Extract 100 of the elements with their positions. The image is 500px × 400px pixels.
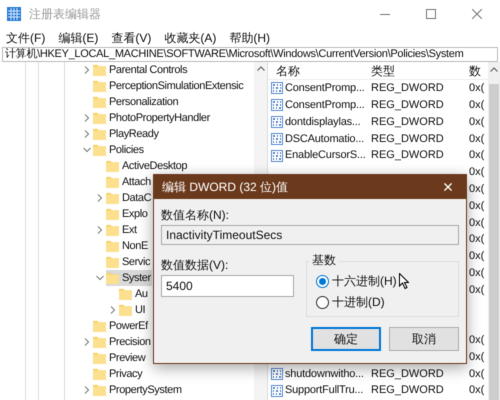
value-name[interactable]: EnableCursorS... [285, 147, 366, 164]
tree-item[interactable]: Parental Controls [93, 62, 188, 78]
value-data: 0x( [469, 116, 484, 128]
folder-icon [106, 272, 119, 284]
field-label: 数值数据(V): [161, 258, 230, 272]
folder-icon [93, 128, 106, 140]
folder-icon [93, 336, 106, 348]
scroll-up-icon [490, 67, 498, 72]
value-data: 0x( [469, 334, 484, 346]
folder-icon [119, 304, 132, 316]
folder-icon [93, 64, 106, 76]
chevron-right-icon[interactable] [82, 386, 90, 394]
radio-option[interactable]: 十进制(D) [316, 293, 385, 311]
tree-item[interactable]: ActiveDesktop [106, 158, 188, 174]
column-header[interactable]: 类型 [368, 62, 467, 80]
value-data: 0x( [469, 132, 484, 145]
tree-item[interactable]: Attach [106, 174, 152, 190]
value-name[interactable]: ConsentPromp... [285, 80, 365, 97]
chevron-down-icon[interactable] [96, 274, 104, 282]
folder-icon [93, 368, 106, 380]
menu-item[interactable]: 文件(F) [6, 28, 46, 46]
folder-icon [93, 320, 106, 332]
tree-item[interactable]: Explo [106, 206, 149, 222]
radio-icon [316, 274, 329, 288]
folder-icon [106, 256, 119, 268]
menu-item[interactable]: 帮助(H) [229, 28, 270, 46]
dialog-button[interactable]: 取消 [389, 327, 459, 351]
tree-item[interactable]: PerceptionSimulationExtensic [93, 78, 244, 94]
value-data: 0x( [469, 250, 484, 262]
chevron-down-icon[interactable] [82, 146, 90, 154]
folder-icon [106, 160, 119, 172]
tree-item[interactable]: Precision [93, 334, 152, 350]
scrollbar[interactable] [488, 62, 500, 400]
group-label: 基数 [310, 254, 338, 267]
value-name[interactable]: ConsentPromp... [285, 96, 365, 114]
menu-item[interactable]: 收藏夹(A) [164, 28, 216, 46]
column-header[interactable]: 数 [467, 62, 481, 80]
value-name[interactable]: SupportFullTru... [285, 382, 364, 399]
value-name-field[interactable]: InactivityTimeoutSecs [161, 225, 459, 245]
folder-icon [106, 224, 119, 236]
binary-value-icon [271, 384, 283, 397]
tree-item[interactable]: Syster [106, 270, 152, 286]
chevron-right-icon[interactable] [82, 130, 90, 138]
value-name[interactable]: DSCAutomatio... [285, 130, 364, 148]
value-data: 0x( [469, 82, 484, 94]
value-data: 0x( [469, 384, 484, 396]
tree-item[interactable]: NonE [106, 238, 149, 254]
value-data: 0x( [469, 284, 484, 296]
radio-icon [316, 296, 329, 308]
value-type: REG_DWORD [371, 82, 444, 94]
scroll-thumb[interactable] [489, 84, 499, 400]
tree-item[interactable]: Servic [106, 254, 152, 270]
tree-item[interactable]: UI [119, 302, 146, 318]
binary-value-icon [271, 99, 283, 112]
folder-icon [93, 96, 106, 108]
folder-icon [93, 80, 106, 92]
column-header[interactable]: 名称 [268, 62, 368, 80]
tree-item[interactable]: Personalization [93, 94, 180, 110]
address-bar[interactable]: 计算机\HKEY_LOCAL_MACHINE\SOFTWARE\Microsoft\Windows\CurrentVersion\Policies\System [2, 47, 498, 62]
folder-icon [106, 192, 119, 204]
value-data: 0x( [469, 368, 484, 380]
binary-value-icon [271, 116, 283, 128]
tree-item[interactable]: PhotoPropertyHandler [93, 110, 211, 126]
tree-item[interactable]: PropertySystem [93, 382, 183, 398]
maximize-icon [426, 9, 436, 19]
radio-option[interactable]: 十六进制(H) [316, 272, 397, 290]
chevron-right-icon[interactable] [82, 114, 90, 122]
value-name[interactable]: shutdownwitho... [285, 366, 364, 382]
tree-item[interactable]: PowerEf [93, 318, 149, 334]
tree-item[interactable]: DataC [106, 190, 152, 206]
folder-icon [93, 384, 106, 396]
menu-item[interactable]: 查看(V) [111, 28, 152, 46]
tree-item[interactable]: Preview [93, 350, 146, 366]
dialog-button[interactable]: 确定 [311, 327, 381, 351]
tree-item[interactable]: Ext [106, 222, 138, 238]
chevron-right-icon[interactable] [82, 66, 90, 74]
chevron-right-icon[interactable] [82, 338, 90, 346]
menu-item[interactable]: 编辑(E) [58, 28, 98, 46]
value-data: 0x( [469, 166, 484, 178]
tree-item[interactable]: PlayReady [93, 126, 160, 142]
close-icon [472, 9, 482, 19]
value-data-field[interactable]: 5400 [161, 275, 294, 297]
value-data: 0x( [469, 266, 484, 279]
chevron-right-icon[interactable] [96, 194, 104, 202]
tree-item[interactable]: Au [119, 286, 149, 302]
value-type: REG_DWORD [371, 368, 444, 380]
value-type: REG_DWORD [371, 98, 444, 111]
value-type: REG_DWORD [371, 149, 444, 162]
tree-item[interactable]: Privacy [93, 366, 144, 382]
value-data: 0x( [469, 182, 484, 195]
value-name[interactable]: dontdisplaylas... [285, 114, 360, 130]
value-data: 0x( [469, 350, 484, 363]
chevron-right-icon[interactable] [108, 306, 116, 314]
binary-value-icon [271, 82, 283, 94]
app-icon [7, 7, 21, 21]
scroll-up-icon [256, 66, 264, 71]
close-button[interactable]: × [430, 175, 466, 199]
tree-item[interactable]: Policies [93, 142, 145, 158]
chevron-right-icon[interactable] [96, 226, 104, 234]
folder-icon [106, 240, 119, 252]
